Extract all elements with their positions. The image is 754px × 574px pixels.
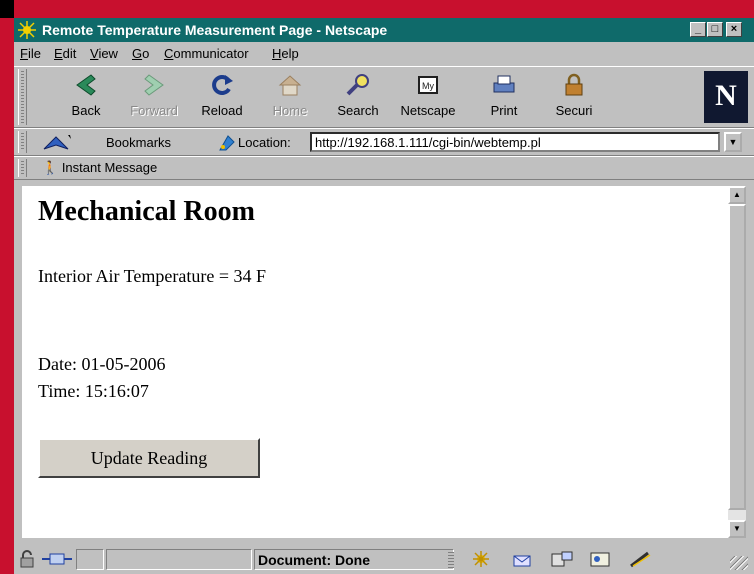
menu-file[interactable]: File bbox=[20, 46, 41, 61]
bookmarks-button[interactable]: Bookmarks bbox=[106, 135, 171, 150]
back-arrow-icon bbox=[76, 74, 96, 96]
my-netscape-icon: My bbox=[418, 76, 438, 94]
status-bar: Document: Done bbox=[14, 546, 754, 574]
security-label: Securi bbox=[555, 103, 593, 118]
home-label: Home bbox=[272, 103, 308, 118]
menu-communicator[interactable]: Communicator bbox=[164, 46, 249, 61]
page-heading: Mechanical Room bbox=[38, 196, 255, 227]
menu-help[interactable]: Help bbox=[272, 46, 299, 61]
newsgroup-icon[interactable] bbox=[550, 550, 574, 568]
navigation-toolbar: Back Forward Reload Home Search My Netsc… bbox=[14, 66, 754, 128]
update-reading-button[interactable]: Update Reading bbox=[38, 438, 260, 478]
menu-bar: File Edit View Go Communicator Help bbox=[14, 42, 754, 64]
netscape-button[interactable]: My Netscape bbox=[396, 73, 460, 125]
progress-panel bbox=[76, 549, 104, 570]
status-spacer-panel bbox=[106, 549, 252, 570]
home-button[interactable]: Home bbox=[258, 73, 322, 125]
printer-icon bbox=[493, 75, 515, 93]
mail-icon[interactable] bbox=[510, 550, 534, 568]
toolbar-grip[interactable] bbox=[18, 69, 27, 125]
navigator-icon[interactable] bbox=[470, 550, 492, 568]
security-button[interactable]: Securi bbox=[544, 73, 604, 125]
composer-icon[interactable] bbox=[628, 550, 654, 568]
menu-go[interactable]: Go bbox=[132, 46, 149, 61]
svg-text:My: My bbox=[422, 81, 434, 91]
menu-edit[interactable]: Edit bbox=[54, 46, 76, 61]
content-area: Mechanical Room Interior Air Temperature… bbox=[14, 182, 754, 546]
print-label: Print bbox=[490, 103, 518, 118]
reload-button[interactable]: Reload bbox=[190, 73, 254, 125]
security-lock-icon[interactable] bbox=[18, 550, 36, 568]
status-text: Document: Done bbox=[258, 552, 370, 568]
netscape-label: Netscape bbox=[400, 103, 456, 118]
corner-block bbox=[0, 0, 14, 18]
url-dropdown-button[interactable]: ▼ bbox=[724, 132, 742, 152]
vertical-scrollbar[interactable]: ▲ ▼ bbox=[728, 186, 746, 538]
forward-button[interactable]: Forward bbox=[122, 73, 186, 125]
netscape-logo[interactable]: N bbox=[704, 71, 748, 123]
reload-label: Reload bbox=[201, 103, 243, 118]
instant-message-label: Instant Message bbox=[61, 160, 158, 175]
instant-message-button[interactable]: 🚶 Instant Message bbox=[42, 160, 157, 176]
lock-icon bbox=[565, 73, 583, 96]
location-toolbar: Bookmarks Location: http://192.168.1.111… bbox=[14, 128, 754, 156]
scroll-thumb[interactable] bbox=[728, 204, 746, 510]
search-label: Search bbox=[337, 103, 379, 118]
personal-grip[interactable] bbox=[18, 159, 27, 177]
maximize-button[interactable]: □ bbox=[707, 22, 723, 37]
title-bar: Remote Temperature Measurement Page - Ne… bbox=[14, 18, 754, 42]
print-button[interactable]: Print bbox=[472, 73, 536, 125]
scroll-up-arrow[interactable]: ▲ bbox=[728, 186, 746, 204]
netscape-app-icon bbox=[18, 21, 36, 39]
forward-label: Forward bbox=[130, 103, 178, 118]
scroll-down-arrow[interactable]: ▼ bbox=[728, 520, 746, 538]
address-book-icon[interactable] bbox=[588, 550, 612, 568]
bookmarks-icon bbox=[43, 135, 71, 150]
menu-view[interactable]: View bbox=[90, 46, 118, 61]
close-button[interactable]: × bbox=[726, 22, 742, 37]
home-icon bbox=[278, 75, 302, 96]
browser-window: Remote Temperature Measurement Page - Ne… bbox=[14, 18, 754, 574]
location-label: Location: bbox=[238, 135, 291, 150]
back-button[interactable]: Back bbox=[54, 73, 118, 125]
search-button[interactable]: Search bbox=[326, 73, 390, 125]
window-title: Remote Temperature Measurement Page - Ne… bbox=[42, 22, 388, 38]
resize-grip[interactable] bbox=[730, 556, 748, 570]
forward-arrow-icon bbox=[144, 74, 164, 96]
web-page: Mechanical Room Interior Air Temperature… bbox=[22, 186, 728, 538]
minimize-button[interactable]: _ bbox=[690, 22, 706, 37]
page-proxy-icon[interactable] bbox=[218, 134, 236, 152]
url-input[interactable]: http://192.168.1.111/cgi-bin/webtemp.pl bbox=[310, 132, 720, 152]
back-label: Back bbox=[71, 103, 101, 118]
personal-toolbar: 🚶 Instant Message bbox=[14, 156, 754, 180]
location-grip[interactable] bbox=[18, 131, 27, 153]
instant-message-icon: 🚶 bbox=[42, 160, 59, 175]
connection-status-icon bbox=[42, 553, 72, 565]
temperature-reading: Interior Air Temperature = 34 F bbox=[38, 266, 266, 286]
reload-icon bbox=[212, 75, 233, 95]
search-icon bbox=[346, 74, 369, 96]
component-bar-grip[interactable] bbox=[448, 552, 454, 568]
reading-date: Date: 01-05-2006 bbox=[38, 354, 166, 374]
reading-time: Time: 15:16:07 bbox=[38, 381, 149, 401]
